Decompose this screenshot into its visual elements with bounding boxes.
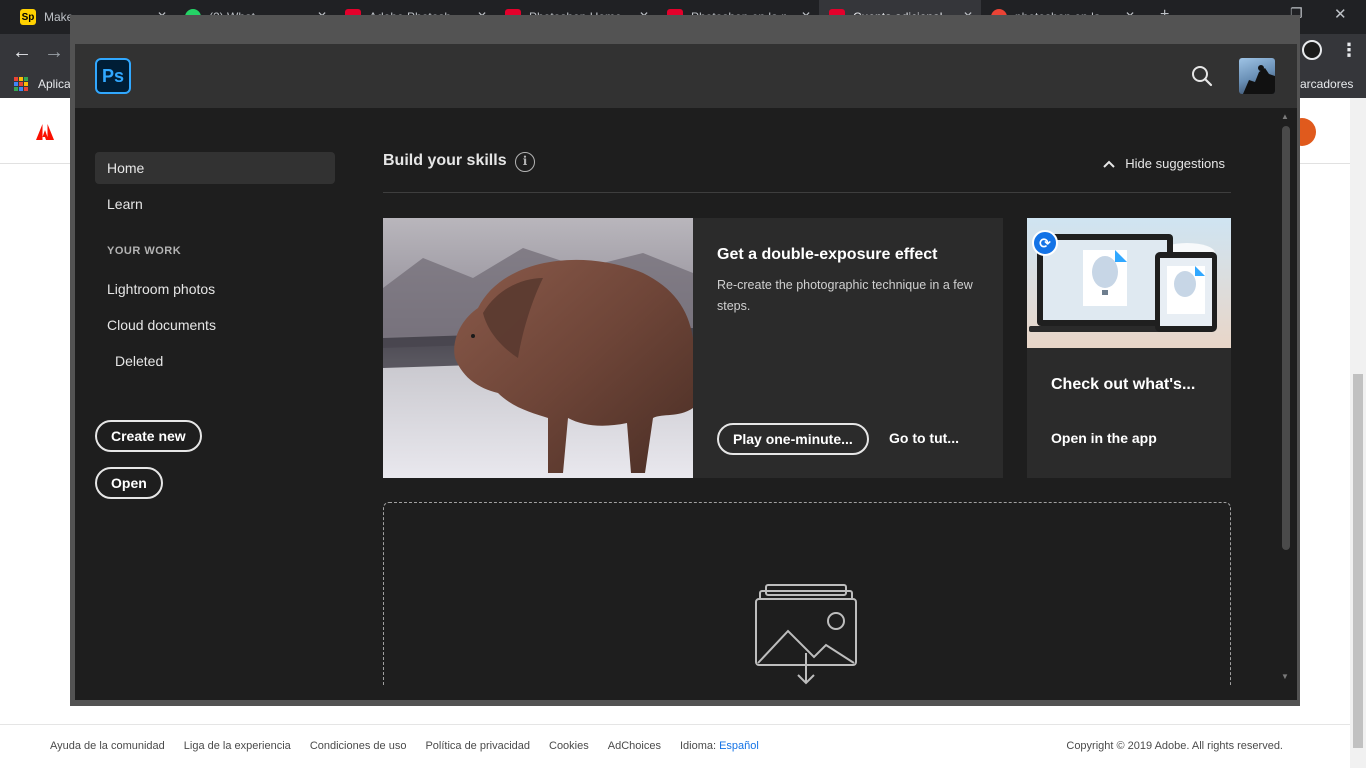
photoshop-logo[interactable]: Ps: [95, 58, 131, 94]
back-icon[interactable]: ←: [12, 40, 32, 64]
info-icon[interactable]: i: [515, 152, 535, 172]
avatar-photo-icon: [1243, 65, 1275, 94]
create-new-button[interactable]: Create new: [95, 420, 202, 452]
adobe-logo-icon[interactable]: [36, 124, 54, 140]
open-in-app-link[interactable]: Open in the app: [1051, 430, 1157, 446]
footer-link[interactable]: Liga de la experiencia: [184, 740, 291, 752]
bison-image: [383, 218, 693, 478]
language-link[interactable]: Español: [719, 740, 759, 752]
go-to-tutorial-link[interactable]: Go to tut...: [889, 430, 959, 446]
sidebar-item-lightroom[interactable]: Lightroom photos: [95, 273, 335, 305]
forward-icon[interactable]: →: [44, 40, 64, 64]
chevron-up-icon: [1103, 160, 1115, 168]
card-description: Re-create the photographic technique in …: [717, 278, 973, 313]
bookmark-other[interactable]: arcadores: [1300, 77, 1353, 91]
footer-link[interactable]: Condiciones de uso: [310, 740, 407, 752]
page-footer: Ayuda de la comunidad Liga de la experie…: [0, 724, 1350, 768]
user-avatar[interactable]: [1239, 58, 1275, 94]
ps-topbar: Ps: [75, 44, 1297, 108]
search-icon[interactable]: [1190, 64, 1214, 88]
scroll-thumb[interactable]: [1282, 126, 1290, 550]
card-title: Check out what's...: [1051, 376, 1196, 393]
footer-link[interactable]: AdChoices: [608, 740, 661, 752]
photoshop-home: Ps Home Learn YOUR WORK Lightroom photos…: [75, 44, 1297, 700]
apps-icon[interactable]: [14, 77, 28, 91]
footer-link[interactable]: Cookies: [549, 740, 589, 752]
open-button[interactable]: Open: [95, 467, 163, 499]
section-title: Build your skills: [383, 152, 507, 169]
sidebar-item-cloud-documents[interactable]: Cloud documents: [95, 309, 335, 341]
sync-icon: ⟳: [1032, 230, 1058, 256]
sidebar-item-learn[interactable]: Learn: [95, 188, 335, 220]
footer-link[interactable]: Ayuda de la comunidad: [50, 740, 165, 752]
bookmark-apps[interactable]: Aplica: [38, 77, 71, 91]
whats-new-card: ⟳ Check out what's... Open in the app: [1027, 218, 1231, 478]
menu-icon[interactable]: ⋮: [1340, 40, 1358, 61]
ps-sidebar: Home Learn YOUR WORK Lightroom photos Cl…: [75, 108, 355, 700]
copyright: Copyright © 2019 Adobe. All rights reser…: [1066, 740, 1283, 752]
play-video-button[interactable]: Play one-minute...: [717, 423, 869, 455]
sync-devices-image: ⟳: [1027, 218, 1231, 348]
tutorial-card: Get a double-exposure effect Re-create t…: [383, 218, 1003, 478]
footer-link[interactable]: Política de privacidad: [425, 740, 530, 752]
hide-suggestions-label: Hide suggestions: [1125, 156, 1225, 171]
sidebar-item-home[interactable]: Home: [95, 152, 335, 184]
ps-bottom-edge: [75, 685, 1297, 700]
language-label: Idioma:: [679, 740, 720, 752]
sidebar-item-deleted[interactable]: Deleted: [95, 345, 335, 377]
section-your-work: YOUR WORK: [107, 245, 182, 257]
spark-icon: Sp: [20, 9, 36, 25]
page-scrollbar[interactable]: [1350, 98, 1366, 768]
scroll-down-icon[interactable]: ▼: [1281, 672, 1289, 681]
scroll-up-icon[interactable]: ▲: [1281, 112, 1289, 121]
hide-suggestions-button[interactable]: Hide suggestions: [1103, 156, 1225, 171]
divider: [383, 192, 1231, 193]
drop-zone[interactable]: [383, 502, 1231, 700]
card-title: Get a double-exposure effect: [717, 246, 938, 263]
extension-icon[interactable]: [1302, 40, 1322, 60]
language-selector: Idioma: Español: [680, 740, 759, 752]
image-upload-icon: [755, 584, 857, 685]
ps-scrollbar[interactable]: ▲ ▼: [1279, 108, 1293, 686]
close-window-icon[interactable]: ✕: [1334, 5, 1347, 23]
footer-links: Ayuda de la comunidad Liga de la experie…: [50, 740, 759, 752]
ps-main: Build your skills i Hide suggestions Get…: [383, 108, 1231, 700]
